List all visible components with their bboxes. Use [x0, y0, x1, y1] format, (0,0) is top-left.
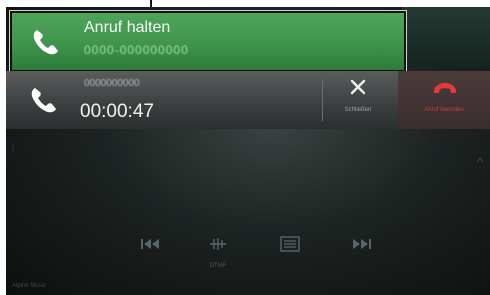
- dtmf-label: DTMF: [209, 263, 227, 269]
- side-marker-left: |: [12, 145, 14, 152]
- held-call-number: 0000-000000000: [84, 43, 189, 57]
- keypad-icon[interactable]: [206, 235, 230, 253]
- close-icon: [348, 77, 368, 97]
- list-icon[interactable]: [278, 235, 302, 253]
- held-call-status: Anruf halten: [84, 19, 171, 36]
- skip-back-icon[interactable]: [138, 235, 162, 253]
- side-arrow-icon: [476, 151, 484, 163]
- close-label: Schließen: [344, 107, 372, 113]
- active-call-number: 0000000000: [84, 78, 140, 89]
- hang-up-label: Anruf beenden: [424, 107, 464, 113]
- hang-up-icon: [432, 80, 458, 98]
- media-controls: DTMF: [6, 229, 490, 269]
- active-call-bar: 0000000000 00:00:47 Schließen Anruf been…: [6, 71, 490, 129]
- close-button[interactable]: Schließen: [326, 71, 390, 129]
- phone-icon: [28, 84, 60, 116]
- top-right-background: [402, 7, 490, 67]
- call-duration: 00:00:47: [80, 101, 154, 122]
- hang-up-button[interactable]: Anruf beenden: [398, 71, 490, 129]
- divider: [322, 79, 323, 121]
- phone-icon: [30, 26, 62, 58]
- head-unit-screen: Anruf halten 0000-000000000 0000000000 0…: [6, 7, 490, 295]
- held-call-bar[interactable]: Anruf halten 0000-000000000: [9, 10, 407, 73]
- skip-forward-icon[interactable]: [350, 235, 374, 253]
- footer-source-text: Alpine Music: [12, 283, 47, 289]
